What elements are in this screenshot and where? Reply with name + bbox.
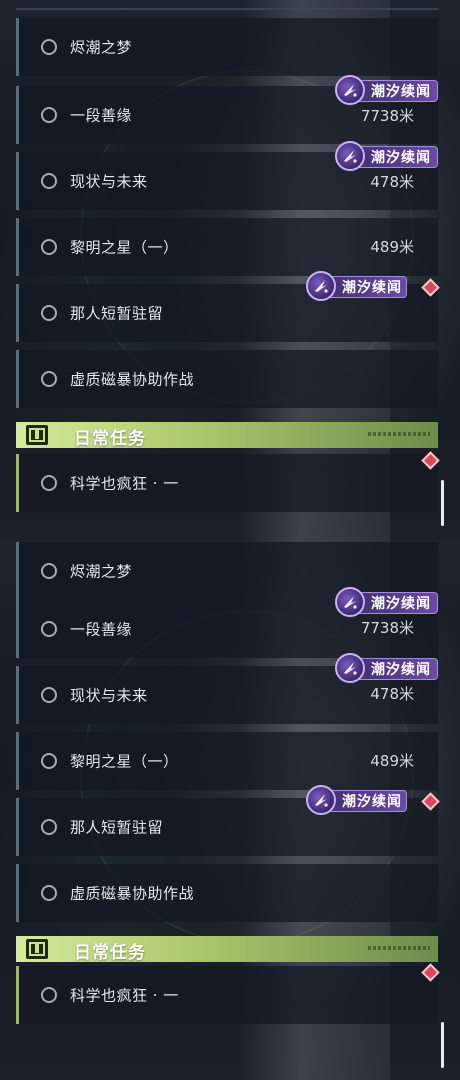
tide-tale-badge: 潮汐续闻 <box>335 141 438 171</box>
quest-title: 一段善缘 <box>70 620 133 639</box>
badge-label: 潮汐续闻 <box>371 662 431 678</box>
tracking-diamond-icon[interactable] <box>421 451 440 470</box>
quest-status-circle-icon <box>41 475 57 491</box>
quest-row[interactable]: 现状与未来 潮汐续闻 478米 <box>16 141 438 210</box>
badge-label: 潮汐续闻 <box>342 280 402 296</box>
quest-title: 虚质磁暴协助作战 <box>70 370 195 389</box>
sparkle-feather-icon <box>335 141 365 171</box>
quest-status-circle-icon <box>41 173 57 189</box>
quest-row[interactable]: 黎明之星（一） 489米 <box>16 218 438 276</box>
tide-tale-badge: 潮汐续闻 <box>335 653 438 683</box>
sparkle-feather-icon <box>306 785 336 815</box>
quest-title: 虚质磁暴协助作战 <box>70 884 195 903</box>
quest-status-circle-icon <box>41 753 57 769</box>
quest-panel-top: 烬潮之梦 一段善缘 潮汐续闻 7738米 现状与未来 潮汐续闻 478米 黎明之… <box>0 0 460 540</box>
quest-status-circle-icon <box>41 239 57 255</box>
quest-title: 黎明之星（一） <box>70 752 179 771</box>
quest-status-circle-icon <box>41 819 57 835</box>
exclamation-icon <box>26 939 48 959</box>
quest-title: 那人短暂驻留 <box>70 818 164 837</box>
quest-distance: 478米 <box>370 685 414 703</box>
quest-row[interactable]: 烬潮之梦 <box>16 18 438 76</box>
tracking-diamond-icon[interactable] <box>421 963 440 982</box>
quest-row[interactable]: 科学也疯狂 · 一 <box>16 451 440 512</box>
sparkle-feather-icon <box>335 653 365 683</box>
quest-status-circle-icon <box>41 371 57 387</box>
quest-row[interactable]: 黎明之星（一） 489米 <box>16 732 438 790</box>
daily-section-header[interactable]: 日常任务 <box>16 422 438 449</box>
quest-distance: 478米 <box>370 173 414 191</box>
quest-row[interactable]: 现状与未来 潮汐续闻 478米 <box>16 653 438 724</box>
quest-title: 现状与未来 <box>70 686 148 705</box>
scrollbar-thumb[interactable] <box>441 480 444 526</box>
scrollbar-thumb[interactable] <box>441 1022 444 1068</box>
quest-distance: 7738米 <box>360 107 414 125</box>
quest-title: 那人短暂驻留 <box>70 304 164 323</box>
list-top-divider <box>16 8 438 10</box>
badge-label: 潮汐续闻 <box>371 596 431 612</box>
quest-distance: 7738米 <box>360 619 414 637</box>
section-decor-strip <box>368 946 430 950</box>
quest-status-circle-icon <box>41 39 57 55</box>
quest-status-circle-icon <box>41 107 57 123</box>
quest-title: 黎明之星（一） <box>70 238 179 257</box>
exclamation-icon <box>26 425 48 445</box>
tide-tale-badge: 潮汐续闻 <box>335 587 438 617</box>
quest-row[interactable]: 一段善缘 潮汐续闻 7738米 <box>16 587 438 658</box>
quest-row[interactable]: 那人短暂驻留 潮汐续闻 <box>16 271 440 342</box>
quest-title: 烬潮之梦 <box>70 38 133 57</box>
section-title: 日常任务 <box>74 429 146 449</box>
quest-status-circle-icon <box>41 305 57 321</box>
sparkle-feather-icon <box>306 271 336 301</box>
section-title: 日常任务 <box>74 943 146 963</box>
quest-row[interactable]: 科学也疯狂 · 一 <box>16 963 440 1024</box>
quest-status-circle-icon <box>41 885 57 901</box>
tide-tale-badge: 潮汐续闻 <box>335 75 438 105</box>
quest-status-circle-icon <box>41 987 57 1003</box>
tracking-diamond-icon[interactable] <box>421 278 440 297</box>
badge-label: 潮汐续闻 <box>371 84 431 100</box>
quest-distance: 489米 <box>370 238 414 256</box>
quest-row[interactable]: 虚质磁暴协助作战 <box>16 350 438 408</box>
quest-title: 现状与未来 <box>70 172 148 191</box>
quest-status-circle-icon <box>41 621 57 637</box>
quest-status-circle-icon <box>41 687 57 703</box>
tide-tale-badge: 潮汐续闻 <box>306 271 407 301</box>
quest-status-circle-icon <box>41 563 57 579</box>
daily-section-header[interactable]: 日常任务 <box>16 936 438 963</box>
quest-row[interactable]: 虚质磁暴协助作战 <box>16 864 438 922</box>
tracking-diamond-icon[interactable] <box>421 792 440 811</box>
sparkle-feather-icon <box>335 75 365 105</box>
quest-row[interactable]: 一段善缘 潮汐续闻 7738米 <box>16 75 438 144</box>
quest-title: 烬潮之梦 <box>70 562 133 581</box>
quest-panel-bottom: 烬潮之梦 一段善缘 潮汐续闻 7738米 现状与未来 潮汐续闻 478米 黎明之… <box>0 540 460 1080</box>
quest-distance: 489米 <box>370 752 414 770</box>
quest-title: 科学也疯狂 · 一 <box>70 474 179 493</box>
section-decor-strip <box>368 432 430 436</box>
quest-title: 科学也疯狂 · 一 <box>70 986 179 1005</box>
quest-title: 一段善缘 <box>70 106 133 125</box>
tide-tale-badge: 潮汐续闻 <box>306 785 407 815</box>
badge-label: 潮汐续闻 <box>371 150 431 166</box>
badge-label: 潮汐续闻 <box>342 794 402 810</box>
quest-row[interactable]: 那人短暂驻留 潮汐续闻 <box>16 785 440 856</box>
sparkle-feather-icon <box>335 587 365 617</box>
